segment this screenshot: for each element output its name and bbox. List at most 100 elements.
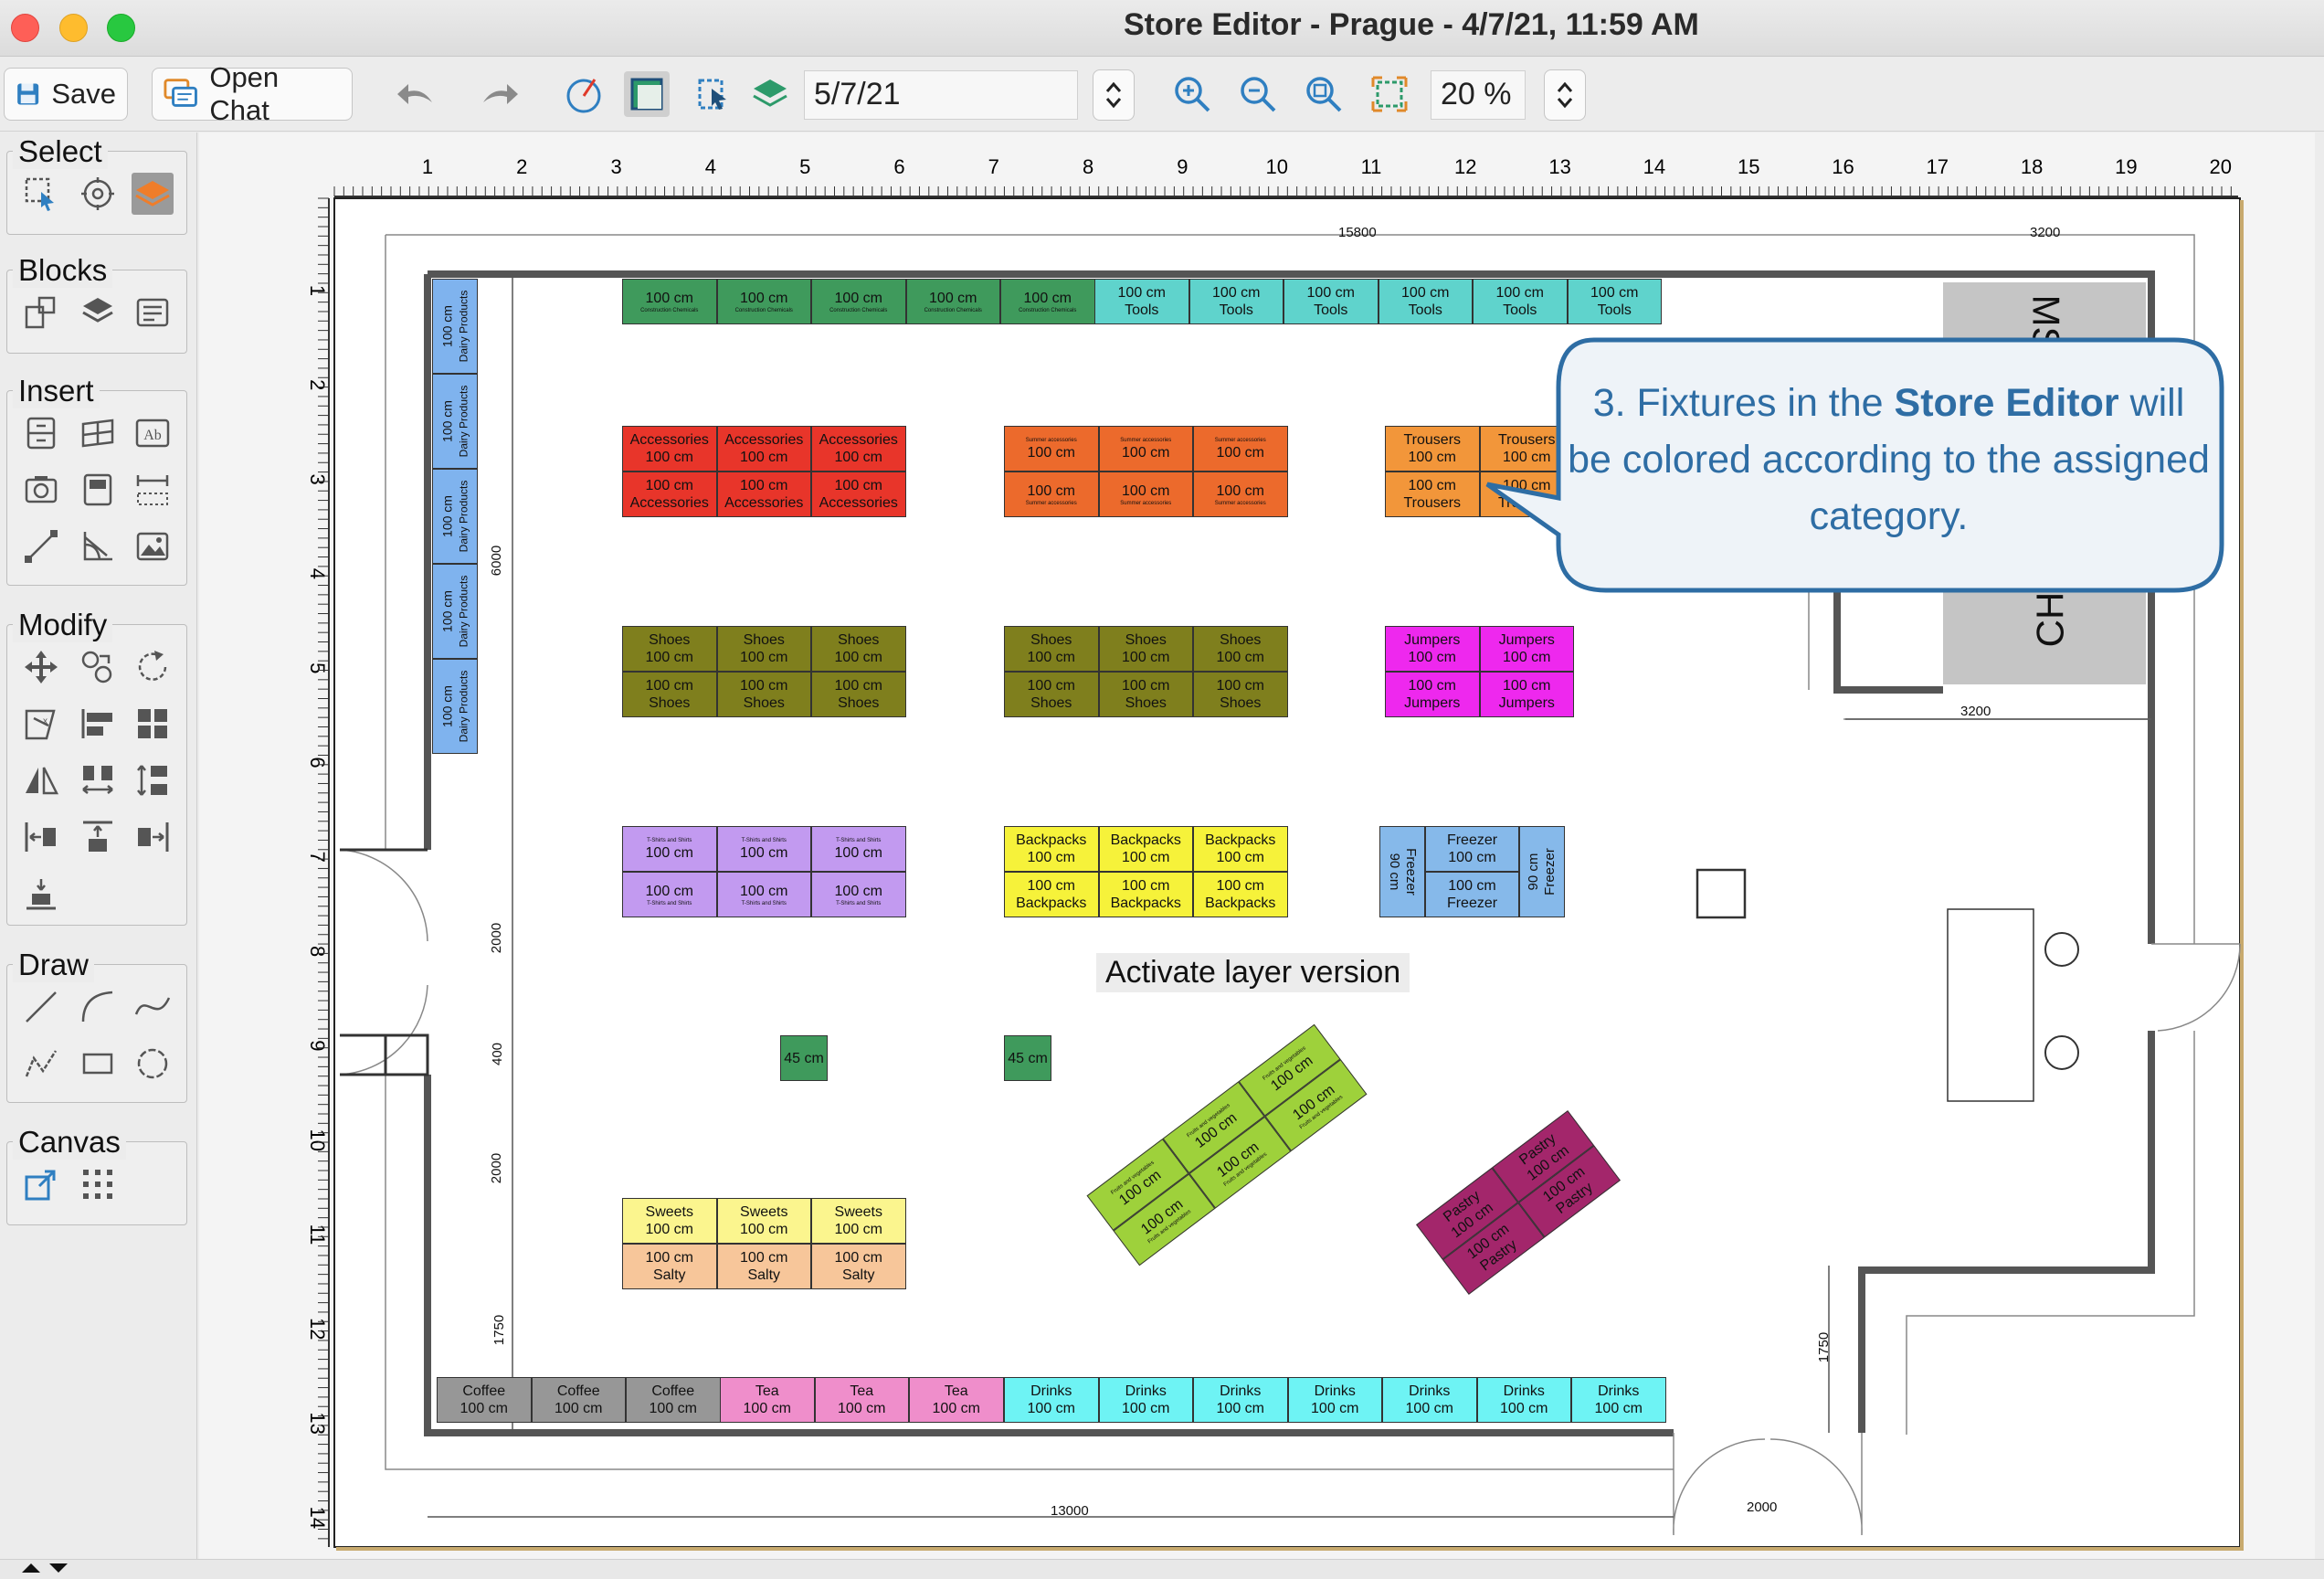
draw-polyline-icon[interactable] — [20, 1043, 62, 1085]
fixture-dairy-products[interactable]: 100 cm Dairy Products — [432, 564, 478, 659]
fixture-coffee[interactable]: Coffee 100 cm — [531, 1377, 626, 1423]
scale-icon[interactable]: x — [20, 703, 62, 745]
zoom-out-icon[interactable] — [1235, 71, 1281, 117]
fixture-freezer[interactable]: 100 cm Freezer — [1425, 872, 1519, 917]
insert-shelf-icon[interactable] — [20, 412, 62, 454]
insert-angle-icon[interactable] — [77, 525, 119, 567]
fixture-shoes[interactable]: Shoes 100 cm — [622, 626, 717, 672]
snap-right-icon[interactable] — [132, 816, 174, 858]
fixture-shoes[interactable]: Shoes 100 cm — [811, 626, 906, 672]
fixture-jumpers[interactable]: Jumpers 100 cm — [1385, 626, 1480, 672]
fixture-coffee[interactable]: Coffee 100 cm — [437, 1377, 532, 1423]
fixture-backpacks[interactable]: Backpacks 100 cm — [1098, 826, 1193, 872]
fixture-45cm[interactable]: 45 cm — [780, 1035, 828, 1081]
fixture-summer-accessories[interactable]: Summer accessories 100 cm — [1193, 426, 1288, 472]
space-vertical-icon[interactable] — [132, 759, 174, 801]
insert-device-icon[interactable] — [77, 469, 119, 511]
fixture-construction-chemicals[interactable]: 100 cm Construction Chemicals — [905, 279, 1000, 324]
fixture-45cm[interactable]: 45 cm — [1004, 1035, 1051, 1081]
block-insert-icon[interactable] — [20, 291, 62, 334]
distribute-grid-icon[interactable] — [132, 703, 174, 745]
date-stepper[interactable] — [1093, 69, 1135, 121]
fixture-tshirts-and-shirts[interactable]: 100 cm T-Shirts and Shirts — [811, 872, 906, 917]
fixture-summer-accessories[interactable]: 100 cm Summer accessories — [1098, 472, 1193, 517]
fixture-shoes[interactable]: Shoes 100 cm — [1004, 626, 1099, 672]
canvas-resize-icon[interactable] — [20, 1163, 62, 1205]
panel-toggle-icon[interactable] — [18, 1560, 73, 1578]
insert-photo-icon[interactable] — [20, 469, 62, 511]
fixture-accessories[interactable]: 100 cm Accessories — [811, 472, 906, 517]
fixture-jumpers[interactable]: 100 cm Jumpers — [1385, 672, 1480, 717]
snap-bottom-icon[interactable] — [20, 873, 62, 915]
target-select-icon[interactable] — [77, 173, 119, 215]
fixture-dairy-products[interactable]: 100 cm Dairy Products — [432, 279, 478, 374]
zoom-in-icon[interactable] — [1169, 71, 1215, 117]
fixture-sweets[interactable]: Sweets 100 cm — [622, 1198, 717, 1244]
fixture-construction-chemicals[interactable]: 100 cm Construction Chemicals — [622, 279, 717, 324]
fixture-dairy-products[interactable]: 100 cm Dairy Products — [432, 659, 478, 754]
fixture-salty[interactable]: 100 cm Salty — [716, 1244, 811, 1289]
move-icon[interactable] — [20, 646, 62, 688]
insert-image-icon[interactable] — [132, 525, 174, 567]
fixture-freezer[interactable]: Freezer 100 cm — [1425, 826, 1519, 872]
fixture-drinks[interactable]: Drinks 100 cm — [1476, 1377, 1571, 1423]
zoom-field[interactable]: 20 % — [1431, 70, 1526, 120]
redo-icon[interactable] — [477, 71, 523, 117]
fixture-jumpers[interactable]: Jumpers 100 cm — [1479, 626, 1574, 672]
fixture-tea[interactable]: Tea 100 cm — [720, 1377, 815, 1423]
zoom-fit-icon[interactable] — [1301, 71, 1347, 117]
fixture-tools[interactable]: 100 cm Tools — [1188, 279, 1283, 324]
fixture-drinks[interactable]: Drinks 100 cm — [1098, 1377, 1193, 1423]
insert-dimension-icon[interactable] — [132, 469, 174, 511]
fixture-tools[interactable]: 100 cm Tools — [1473, 279, 1568, 324]
layers-icon[interactable] — [747, 71, 793, 117]
fixture-summer-accessories[interactable]: 100 cm Summer accessories — [1004, 472, 1099, 517]
fixture-freezer-end[interactable]: Freezer 90 cm — [1379, 826, 1425, 917]
snap-left-icon[interactable] — [20, 816, 62, 858]
fixture-shoes[interactable]: 100 cm Shoes — [716, 672, 811, 717]
fixture-drinks[interactable]: Drinks 100 cm — [1571, 1377, 1666, 1423]
fixture-sweets[interactable]: Sweets 100 cm — [716, 1198, 811, 1244]
fixture-tshirts-and-shirts[interactable]: 100 cm T-Shirts and Shirts — [716, 872, 811, 917]
insert-text-icon[interactable]: Ab — [132, 412, 174, 454]
space-horizontal-icon[interactable] — [77, 759, 119, 801]
fixture-sweets[interactable]: Sweets 100 cm — [811, 1198, 906, 1244]
fixture-dairy-products[interactable]: 100 cm Dairy Products — [432, 469, 478, 564]
fixture-backpacks[interactable]: Backpacks 100 cm — [1193, 826, 1288, 872]
insert-gondola-icon[interactable] — [77, 412, 119, 454]
fixture-accessories[interactable]: Accessories 100 cm — [716, 426, 811, 472]
block-stack-icon[interactable] — [77, 291, 119, 334]
fixture-coffee[interactable]: Coffee 100 cm — [626, 1377, 721, 1423]
select-layer-icon[interactable] — [691, 71, 736, 117]
fixture-accessories[interactable]: Accessories 100 cm — [811, 426, 906, 472]
mirror-icon[interactable] — [20, 759, 62, 801]
fixture-trousers[interactable]: Trousers 100 cm — [1385, 426, 1480, 472]
draw-line-icon[interactable] — [20, 986, 62, 1028]
fixture-shoes[interactable]: 100 cm Shoes — [622, 672, 717, 717]
floorplan-view-icon[interactable] — [624, 71, 670, 117]
fixture-accessories[interactable]: 100 cm Accessories — [716, 472, 811, 517]
date-field[interactable]: 5/7/21 — [804, 70, 1078, 120]
fixture-tools[interactable]: 100 cm Tools — [1567, 279, 1662, 324]
layer-select-icon[interactable] — [132, 173, 174, 215]
duplicate-icon[interactable] — [77, 646, 119, 688]
fixture-drinks[interactable]: Drinks 100 cm — [1382, 1377, 1477, 1423]
fixture-trousers[interactable]: Trousers 100 cm — [1479, 426, 1574, 472]
fixture-shoes[interactable]: Shoes 100 cm — [1193, 626, 1288, 672]
rotate-icon[interactable] — [132, 646, 174, 688]
fixture-shoes[interactable]: 100 cm Shoes — [811, 672, 906, 717]
fixture-tools[interactable]: 100 cm Tools — [1378, 279, 1473, 324]
fixture-construction-chemicals[interactable]: 100 cm Construction Chemicals — [1000, 279, 1095, 324]
fixture-summer-accessories[interactable]: Summer accessories 100 cm — [1098, 426, 1193, 472]
fixture-trousers[interactable]: 100 cm Trousers — [1479, 472, 1574, 517]
undo-icon[interactable] — [393, 71, 438, 117]
fixture-freezer-end[interactable]: 90 cm Freezer — [1519, 826, 1565, 917]
fixture-salty[interactable]: 100 cm Salty — [811, 1244, 906, 1289]
fixture-accessories[interactable]: Accessories 100 cm — [622, 426, 717, 472]
insert-line-icon[interactable] — [20, 525, 62, 567]
fixture-drinks[interactable]: Drinks 100 cm — [1193, 1377, 1288, 1423]
fixture-summer-accessories[interactable]: 100 cm Summer accessories — [1193, 472, 1288, 517]
draw-arc-icon[interactable] — [77, 986, 119, 1028]
fixture-salty[interactable]: 100 cm Salty — [622, 1244, 717, 1289]
draw-rectangle-icon[interactable] — [77, 1043, 119, 1085]
